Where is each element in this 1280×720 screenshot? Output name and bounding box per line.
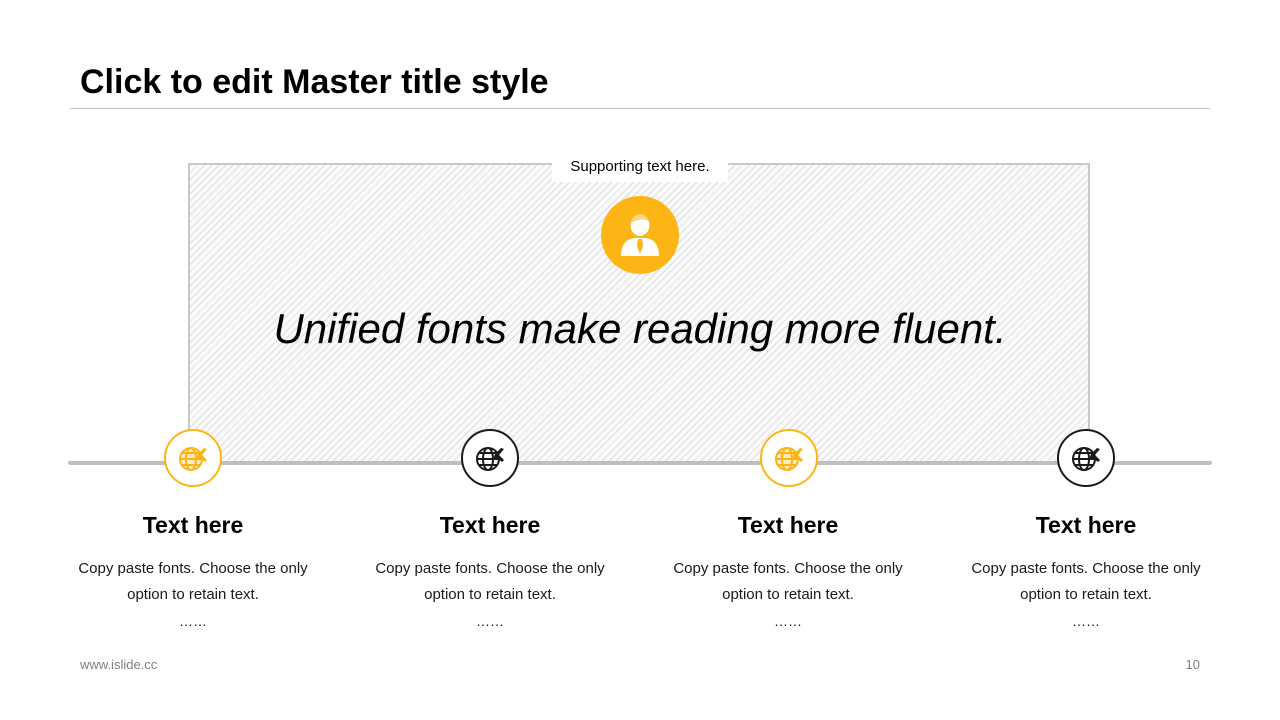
footer-website: www.islide.cc	[80, 657, 158, 672]
item-ellipsis[interactable]: ……	[365, 610, 615, 632]
item-text[interactable]: Copy paste fonts. Choose the only option…	[663, 556, 913, 608]
timeline-node-4	[1057, 429, 1115, 487]
item-ellipsis[interactable]: ……	[68, 610, 318, 632]
globe-plane-icon	[476, 447, 504, 471]
title-divider	[70, 108, 1210, 109]
supporting-text[interactable]: Supporting text here.	[552, 152, 728, 182]
person-icon	[601, 196, 679, 274]
item-text[interactable]: Copy paste fonts. Choose the only option…	[365, 556, 615, 608]
item-ellipsis[interactable]: ……	[961, 610, 1211, 632]
item-title[interactable]: Text here	[961, 508, 1211, 542]
slide-title[interactable]: Click to edit Master title style	[80, 60, 549, 104]
item-title[interactable]: Text here	[663, 508, 913, 542]
item-ellipsis[interactable]: ……	[663, 610, 913, 632]
quote-text[interactable]: Unified fonts make reading more fluent.	[188, 300, 1092, 358]
page-number: 10	[1185, 657, 1200, 672]
item-title[interactable]: Text here	[365, 508, 615, 542]
item-text[interactable]: Copy paste fonts. Choose the only option…	[68, 556, 318, 608]
globe-plane-icon	[1072, 447, 1100, 471]
timeline-line	[68, 461, 1212, 465]
timeline-node-1	[164, 429, 222, 487]
timeline-item-3: Text here Copy paste fonts. Choose the o…	[663, 508, 913, 632]
timeline-item-2: Text here Copy paste fonts. Choose the o…	[365, 508, 615, 632]
globe-plane-icon	[775, 447, 803, 471]
globe-plane-icon	[179, 447, 207, 471]
timeline-item-4: Text here Copy paste fonts. Choose the o…	[961, 508, 1211, 632]
timeline-item-1: Text here Copy paste fonts. Choose the o…	[68, 508, 318, 632]
item-text[interactable]: Copy paste fonts. Choose the only option…	[961, 556, 1211, 608]
timeline-node-3	[760, 429, 818, 487]
timeline-node-2	[461, 429, 519, 487]
item-title[interactable]: Text here	[68, 508, 318, 542]
